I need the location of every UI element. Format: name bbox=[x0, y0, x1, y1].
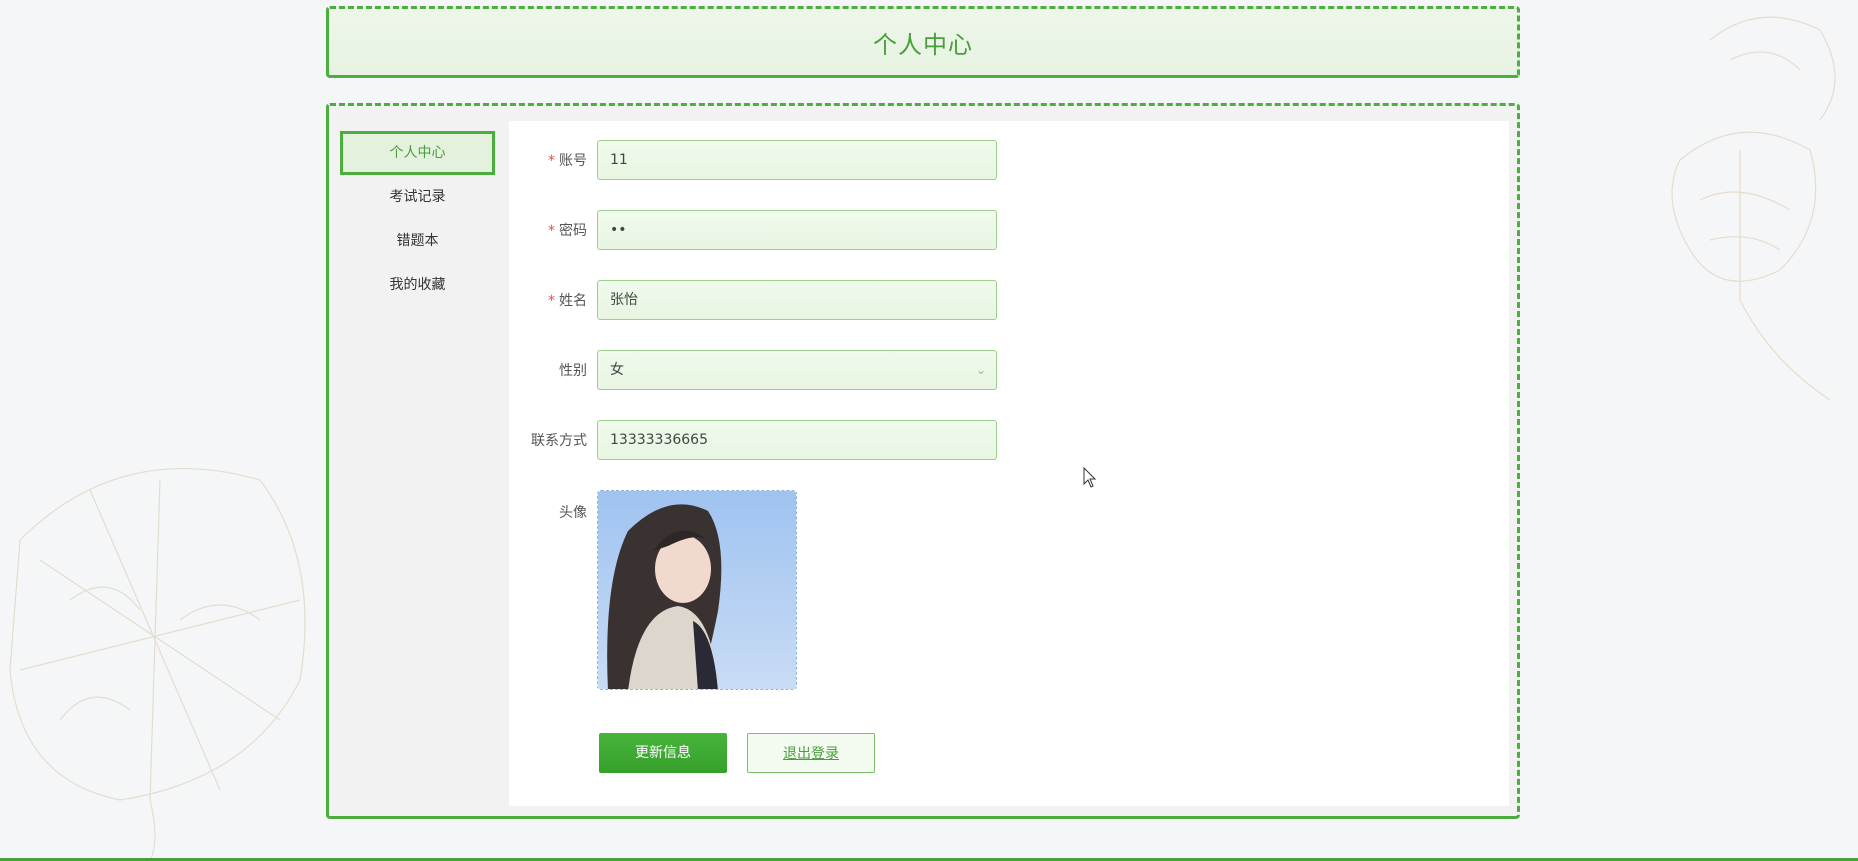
password-label: * 密码 bbox=[548, 223, 587, 239]
sidebar-item-personal-center[interactable]: 个人中心 bbox=[340, 131, 495, 175]
required-mark: * bbox=[548, 223, 555, 239]
password-row: * 密码 •• bbox=[509, 210, 997, 250]
name-label: * 姓名 bbox=[548, 293, 587, 309]
sidebar-item-label: 我的收藏 bbox=[389, 277, 446, 293]
sidebar-item-label: 考试记录 bbox=[389, 189, 446, 205]
update-info-button[interactable]: 更新信息 bbox=[599, 733, 727, 773]
name-row: * 姓名 张怡 bbox=[509, 280, 997, 320]
sidebar-item-label: 个人中心 bbox=[389, 145, 446, 161]
required-mark: * bbox=[548, 293, 555, 309]
gender-label: 性别 bbox=[559, 363, 587, 379]
avatar-image bbox=[598, 491, 796, 689]
background-lotus-left-decoration bbox=[9, 467, 306, 861]
password-input[interactable]: •• bbox=[597, 210, 997, 250]
chevron-down-icon: ⌄ bbox=[975, 363, 986, 377]
page-title: 个人中心 bbox=[873, 30, 973, 59]
sidebar-item-label: 错题本 bbox=[396, 233, 439, 249]
sidebar-item-exam-records[interactable]: 考试记录 bbox=[340, 175, 495, 219]
page-header: 个人中心 bbox=[326, 6, 1520, 78]
required-mark: * bbox=[548, 153, 555, 169]
gender-selected-value: 女 bbox=[610, 362, 624, 378]
gender-select[interactable]: 女 ⌄ bbox=[597, 350, 997, 390]
account-input[interactable]: 11 bbox=[597, 140, 997, 180]
main-panel: 个人中心 考试记录 错题本 我的收藏 * 账号 11 * 密码 •• * 姓名 张怡 … bbox=[326, 103, 1520, 819]
sidebar-menu: 个人中心 考试记录 错题本 我的收藏 bbox=[340, 131, 495, 307]
mouse-cursor-icon bbox=[1083, 467, 1097, 488]
phone-row: 联系方式 13333336665 bbox=[509, 420, 997, 460]
gender-row: 性别 女 ⌄ bbox=[509, 350, 997, 390]
profile-form: * 账号 11 * 密码 •• * 姓名 张怡 性别 女 ⌄ 联系方式 1333333… bbox=[509, 121, 1509, 806]
avatar-label: 头像 bbox=[559, 505, 587, 521]
sidebar-item-favorites[interactable]: 我的收藏 bbox=[340, 263, 495, 307]
name-input[interactable]: 张怡 bbox=[597, 280, 997, 320]
phone-input[interactable]: 13333336665 bbox=[597, 420, 997, 460]
account-row: * 账号 11 bbox=[509, 140, 997, 180]
logout-button[interactable]: 退出登录 bbox=[747, 733, 875, 773]
background-lotus-right-decoration bbox=[1671, 16, 1836, 401]
account-label: * 账号 bbox=[548, 153, 587, 169]
sidebar-item-wrong-questions[interactable]: 错题本 bbox=[340, 219, 495, 263]
avatar-row: 头像 bbox=[509, 490, 797, 690]
avatar-upload[interactable] bbox=[597, 490, 797, 690]
phone-label: 联系方式 bbox=[531, 433, 587, 449]
